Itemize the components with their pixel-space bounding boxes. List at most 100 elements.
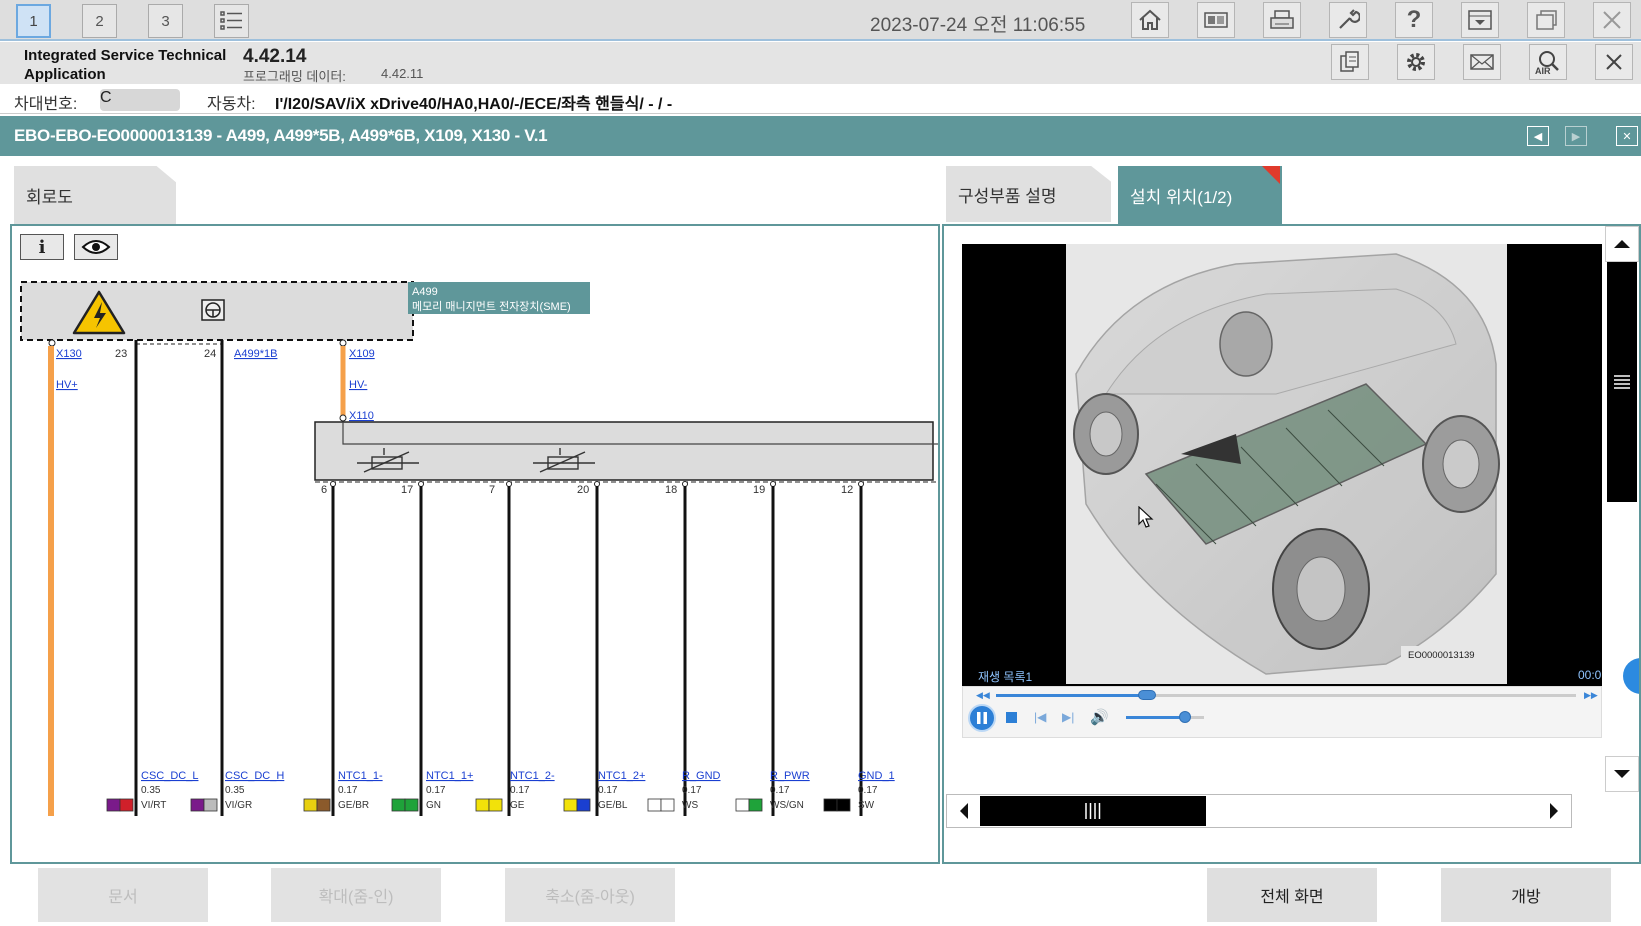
window-icon[interactable] <box>1527 2 1565 38</box>
tab-circuit-label: 회로도 <box>26 187 73 207</box>
scroll-up-icon[interactable] <box>1605 226 1639 262</box>
session-tab-2[interactable]: 2 <box>82 4 117 38</box>
zoom-out-button[interactable]: 축소(줌-아웃) <box>505 868 675 922</box>
next-icon[interactable]: ▶ <box>1565 126 1587 146</box>
pin-node <box>418 481 424 487</box>
steering-wheel-icon <box>201 299 225 321</box>
pin-number: 7 <box>489 484 495 496</box>
wire-size: 0.17 <box>770 785 790 796</box>
fullscreen-button[interactable]: 전체 화면 <box>1207 868 1377 922</box>
tab-install-location[interactable]: 설치 위치(1/2) <box>1118 166 1282 224</box>
close-icon[interactable] <box>1595 44 1633 80</box>
pin-number: 12 <box>841 484 853 496</box>
printer-icon[interactable] <box>1263 2 1301 38</box>
pin-number: 17 <box>401 484 413 496</box>
help-icon[interactable]: ? <box>1395 2 1433 38</box>
app-version: 4.42.14 <box>243 46 307 67</box>
wire-color-swatch <box>823 798 838 812</box>
stop-icon[interactable] <box>1006 712 1017 723</box>
vehicle-label: 자동차: <box>207 96 256 113</box>
wire-size: 0.17 <box>338 785 358 796</box>
wire-color-swatch <box>748 798 763 812</box>
tab-circuit-diagram[interactable]: 회로도 <box>14 166 176 224</box>
wire-name: NTC1_1+ <box>426 770 473 782</box>
next-track-icon[interactable]: ▶| <box>1062 710 1074 724</box>
close-window-icon[interactable] <box>1593 2 1631 38</box>
open-button[interactable]: 개방 <box>1441 868 1611 922</box>
connector-x110: X110 <box>349 410 374 422</box>
connector-a499-1b: A499*1B <box>234 348 277 360</box>
fast-forward-icon[interactable]: ▶▶ <box>1584 690 1598 701</box>
wire-color-swatch <box>119 798 134 812</box>
volume-level <box>1126 716 1185 719</box>
wire-name: NTC1_1- <box>338 770 383 782</box>
previous-track-icon[interactable]: |◀ <box>1034 710 1046 724</box>
scroll-thumb[interactable] <box>1607 262 1637 502</box>
scroll-right-icon[interactable] <box>1538 796 1570 826</box>
wire-name: NTC1_2+ <box>598 770 645 782</box>
wire-name: R_PWR <box>770 770 810 782</box>
wire-color-swatch <box>391 798 406 812</box>
wire-color-swatch <box>576 798 591 812</box>
wire-size: 0.17 <box>682 785 702 796</box>
wire-color-swatch <box>660 798 675 812</box>
volume-thumb[interactable] <box>1178 711 1191 723</box>
image-code: EO0000013139 <box>1408 650 1475 661</box>
download-tray-icon[interactable] <box>1461 2 1499 38</box>
connector-x130: X130 <box>56 348 82 360</box>
close-document-icon[interactable]: ✕ <box>1616 126 1638 146</box>
id-card-icon[interactable] <box>1197 2 1235 38</box>
mail-icon[interactable] <box>1463 44 1501 80</box>
wire-name: CSC_DC_H <box>225 770 284 782</box>
home-icon[interactable] <box>1131 2 1169 38</box>
wire-color-swatch <box>106 798 121 812</box>
wire-size: 0.17 <box>426 785 446 796</box>
wire-color-swatch <box>563 798 578 812</box>
documents-icon[interactable] <box>1331 44 1369 80</box>
wire-color-swatch <box>404 798 419 812</box>
scroll-down-icon[interactable] <box>1605 756 1639 792</box>
vehicle-location-image: EO0000013139 <box>1066 244 1507 684</box>
signal-hv-minus: HV- <box>349 379 368 391</box>
wire-color-swatch <box>647 798 662 812</box>
pin-number: 18 <box>665 484 677 496</box>
volume-track[interactable] <box>1126 716 1204 719</box>
vin-value: C <box>100 89 180 111</box>
rewind-icon[interactable]: ◀◀ <box>976 690 990 701</box>
circuit-diagram-panel: i A499 메모리 매니지먼트 전자장치(SME) X130 HV+ 23 2… <box>10 224 940 864</box>
mouse-cursor-icon <box>1138 505 1154 535</box>
playlist-label: 재생 목록1 <box>978 670 1033 684</box>
previous-icon[interactable]: ◀ <box>1527 126 1549 146</box>
seek-thumb[interactable] <box>1137 690 1156 700</box>
wire-color-code: GN <box>426 800 441 811</box>
pin-number: 6 <box>321 484 327 496</box>
programming-data-label: 프로그래밍 데이터: <box>243 69 346 84</box>
wire-color-swatch <box>316 798 331 812</box>
wire-color-code: SW <box>858 800 875 811</box>
seek-track[interactable] <box>996 694 1576 697</box>
horizontal-scroll-thumb[interactable] <box>980 796 1206 826</box>
pin-number: 19 <box>753 484 765 496</box>
wire-color-swatch <box>735 798 750 812</box>
list-icon[interactable] <box>214 4 249 38</box>
wire-color-code: GE/BL <box>598 800 628 811</box>
install-location-panel: EO0000013139 재생 목록1 00:0 ◀◀ ▶▶ |◀ ▶| 🔊 <box>942 224 1641 864</box>
session-tab-1[interactable]: 1 <box>16 4 51 38</box>
document-title: EBO-EBO-EO0000013139 - A499, A499*5B, A4… <box>14 126 548 145</box>
air-search-icon[interactable]: AIR <box>1529 44 1567 80</box>
wire-color-code: WS <box>682 800 698 811</box>
tab-install-label: 설치 위치(1/2) <box>1130 187 1233 207</box>
pin-number: 20 <box>577 484 589 496</box>
wire-color-code: WS/GN <box>770 800 804 811</box>
volume-icon[interactable]: 🔊 <box>1090 708 1109 726</box>
settings-gear-icon[interactable] <box>1397 44 1435 80</box>
scroll-left-icon[interactable] <box>948 796 980 826</box>
tab-component-description[interactable]: 구성부품 설명 <box>946 166 1111 222</box>
pin-node <box>770 481 776 487</box>
session-tab-3[interactable]: 3 <box>148 4 183 38</box>
zoom-in-button[interactable]: 확대(줌-인) <box>271 868 441 922</box>
pause-button[interactable] <box>968 704 996 732</box>
document-button[interactable]: 문서 <box>38 868 208 922</box>
pin-node <box>682 481 688 487</box>
wrench-icon[interactable] <box>1329 2 1367 38</box>
